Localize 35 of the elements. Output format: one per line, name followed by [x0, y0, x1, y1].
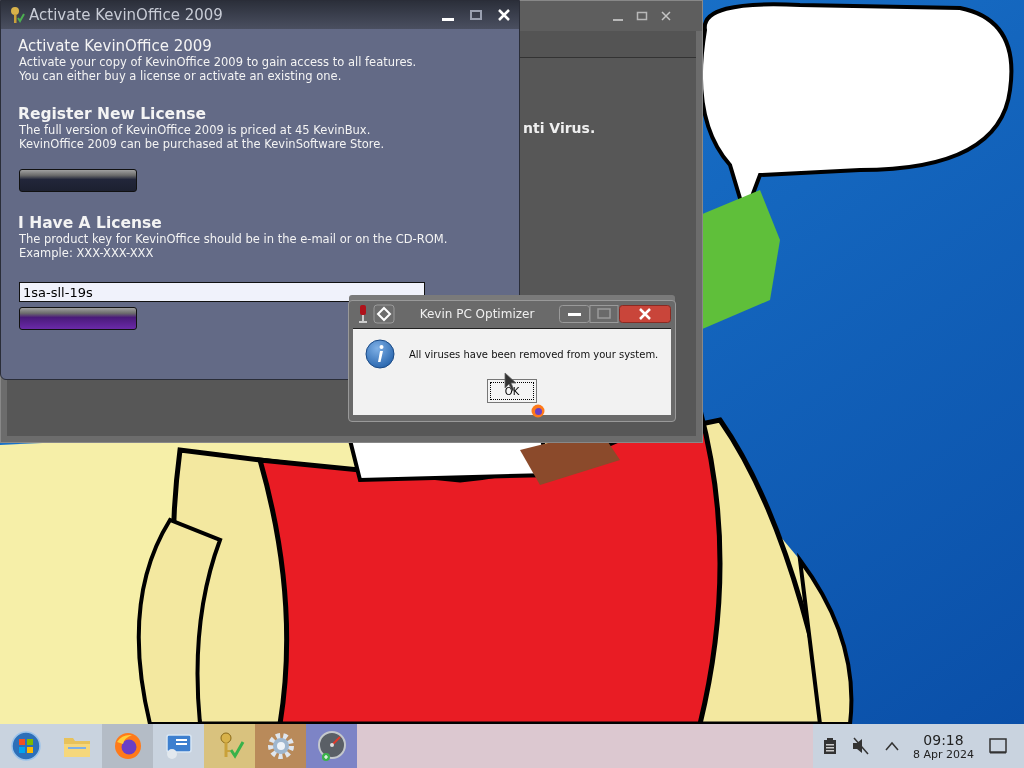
window-controls-icon[interactable]: [559, 304, 619, 323]
heading: Activate KevinOffice 2009: [18, 37, 213, 55]
input-field[interactable]: 1sa-sll-19s: [19, 282, 425, 302]
taskbar-button[interactable]: [153, 724, 204, 768]
purchase-button[interactable]: [19, 169, 137, 192]
taskbar-button[interactable]: [306, 724, 357, 768]
message-text: All viruses have been removed from your system.: [409, 348, 659, 360]
busy-icon: [531, 404, 545, 418]
ok-button[interactable]: OK: [487, 379, 537, 403]
description-text: The product key for KevinOffice should be in the e-mail or on the CD-ROM. Example: XXX-XXX-XXX: [19, 232, 449, 260]
gauge-icon: [315, 730, 348, 762]
clock-time[interactable]: 09:18: [923, 731, 964, 748]
muted-speaker-icon[interactable]: [851, 737, 871, 755]
key-icon: [9, 6, 25, 24]
description-text: Activate your copy of KevinOffice 2009 to gain access to all features. You can either buy a license or activate an existing one.: [19, 55, 418, 83]
description-text: The full version of KevinOffice 2009 is priced at 45 KevinBux. KevinOffice 2009 can be purchased at the KevinSoftware Store.: [19, 123, 386, 151]
maximize-icon[interactable]: [469, 8, 483, 22]
taskbar-button[interactable]: [102, 724, 153, 768]
close-icon[interactable]: [619, 304, 671, 323]
clipboard-icon[interactable]: [823, 737, 837, 755]
window-title: Kevin PC Optimizer: [418, 306, 536, 321]
app-icon: [357, 302, 369, 325]
activate-button[interactable]: [19, 307, 137, 330]
diamond-icon[interactable]: [373, 303, 395, 324]
taskbar-button[interactable]: [0, 724, 51, 768]
start-button: [9, 730, 42, 762]
chevron-up-icon[interactable]: [885, 741, 899, 751]
section-heading: Register New License: [18, 105, 207, 123]
maximize-icon[interactable]: [636, 10, 648, 22]
section-heading: I Have A License: [18, 214, 163, 232]
clock-date[interactable]: 8 Apr 2024: [913, 747, 974, 761]
body-text: nti Virus.: [523, 120, 597, 136]
window-title: Activate KevinOffice 2009: [29, 6, 224, 24]
info-icon: [365, 339, 395, 369]
show-desktop-icon[interactable]: [988, 737, 1008, 755]
